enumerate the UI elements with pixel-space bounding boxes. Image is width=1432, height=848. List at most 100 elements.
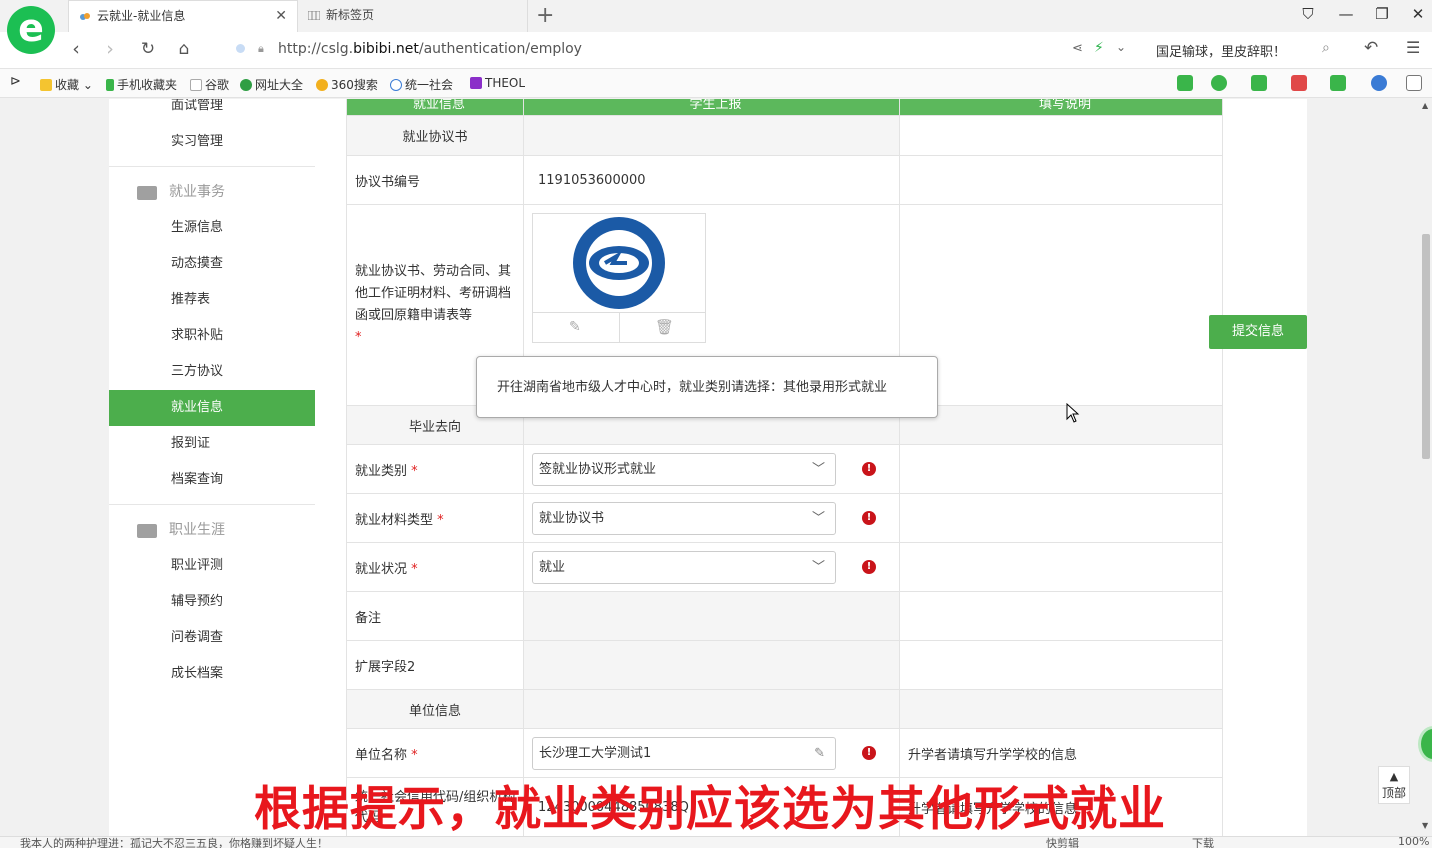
undo-icon[interactable]: ↶: [1364, 38, 1378, 58]
scroll-thumb[interactable]: [1422, 234, 1430, 459]
bookmark-social[interactable]: 统一社会: [390, 76, 453, 93]
tab-employment-info[interactable]: 云就业-就业信息 ✕: [68, 0, 298, 32]
bookmark-label: THEOL: [485, 76, 526, 90]
screenshot-extension-icon[interactable]: [1291, 75, 1307, 91]
row-employment-status: 就业状况 * 就业 ﹀ !: [346, 542, 1223, 592]
section-title: 单位信息: [346, 689, 524, 729]
sidebar-item-recommendation[interactable]: 推荐表: [109, 282, 315, 318]
bookmark-directory[interactable]: 网址大全: [240, 76, 303, 93]
sidebar-item-subsidy[interactable]: 求职补贴: [109, 318, 315, 354]
bookmark-360search[interactable]: 360搜索: [316, 76, 378, 93]
close-tab-icon[interactable]: ✕: [275, 1, 287, 32]
empty-cell: [523, 115, 900, 156]
employment-status-cell: 就业 ﹀ !: [523, 542, 900, 592]
sidebar-item-archive-query[interactable]: 档案查询: [109, 462, 315, 498]
close-window-icon[interactable]: ✕: [1408, 5, 1428, 23]
material-type-select[interactable]: 就业协议书 ﹀: [532, 502, 836, 535]
ext-field[interactable]: [523, 640, 900, 690]
empty-cell: [899, 155, 1223, 205]
search-extension-icon[interactable]: [1371, 75, 1387, 91]
input-value: 长沙理工大学测试1: [539, 746, 652, 761]
reader-extension-icon[interactable]: [1177, 75, 1193, 91]
attachment-thumbnail[interactable]: ✎ 🗑︎: [532, 213, 706, 343]
field-label: 就业材料类型 *: [346, 493, 524, 543]
chevron-down-icon[interactable]: ⌄: [1116, 40, 1126, 54]
trash-icon[interactable]: 🗑︎: [655, 318, 674, 336]
select-value: 就业: [539, 560, 566, 575]
sidebar-item-growth-record[interactable]: 成长档案: [109, 656, 315, 692]
field-label: 协议书编号: [346, 155, 524, 205]
sidebar-item-counseling[interactable]: 辅导预约: [109, 584, 315, 620]
phone-icon: [106, 79, 114, 91]
home-icon[interactable]: ⌂: [172, 39, 196, 59]
section-title: 就业协议书: [346, 115, 524, 156]
sidebar-group-employment[interactable]: 就业事务: [109, 174, 315, 210]
bookmark-favorites[interactable]: 收藏 ⌄: [40, 76, 93, 93]
game-extension-icon[interactable]: [1330, 75, 1346, 91]
sidebar-item-report-card[interactable]: 报到证: [109, 426, 315, 462]
new-tab-plus-icon[interactable]: +: [536, 3, 554, 28]
select-value: 就业协议书: [539, 511, 605, 526]
submit-button[interactable]: 提交信息: [1209, 315, 1307, 349]
yen-extension-icon[interactable]: [1211, 75, 1227, 91]
empty-cell: [899, 405, 1223, 445]
lock-icon[interactable]: 🔒︎: [258, 42, 264, 56]
reload-icon[interactable]: ↻: [136, 39, 160, 59]
required-mark: *: [411, 463, 418, 479]
required-mark: *: [411, 747, 418, 763]
security-icon[interactable]: [236, 44, 245, 53]
bookmark-mobile[interactable]: 手机收藏夹: [106, 76, 177, 93]
employment-form: 就业信息 学生上报 填写说明 就业协议书 协议书编号 1191053600000…: [346, 99, 1223, 836]
sidebar-group-career[interactable]: 职业生涯: [109, 512, 315, 548]
material-type-label: 就业材料类型: [355, 512, 434, 528]
sidebar: 面试管理 实习管理 就业事务 生源信息 动态摸查 推荐表 求职补贴 三方协议 就…: [109, 99, 315, 836]
field-label: 扩展字段2: [346, 640, 524, 690]
bookmark-theol[interactable]: THEOL: [470, 76, 525, 90]
sidebar-item-career-test[interactable]: 职业评测: [109, 548, 315, 584]
scroll-up-arrow-icon[interactable]: ▲: [1422, 101, 1428, 110]
employment-type-label: 就业类别: [355, 463, 408, 479]
employment-status-select[interactable]: 就业 ﹀: [532, 551, 836, 584]
url-field[interactable]: http://cslg.bibibi.net/authentication/em…: [278, 41, 582, 57]
theol-icon: [470, 77, 482, 89]
url-domain: bibibi.net: [353, 41, 419, 57]
sidebar-item-survey[interactable]: 动态摸查: [109, 246, 315, 282]
sidebar-item-questionnaire[interactable]: 问卷调查: [109, 620, 315, 656]
tab-label: 云就业-就业信息: [97, 9, 186, 23]
unit-name-label: 单位名称: [355, 747, 408, 763]
forward-icon[interactable]: ›: [98, 38, 122, 60]
unit-name-input[interactable]: 长沙理工大学测试1 ✎: [532, 737, 836, 770]
remark-field[interactable]: [523, 591, 900, 641]
scroll-down-arrow-icon[interactable]: ▼: [1422, 821, 1428, 830]
video-subtitle: 根据提示，就业类别应该选为其他形式就业: [254, 782, 1166, 837]
sidebar-item-interview[interactable]: 面试管理: [109, 99, 315, 124]
bookmarks-bar: ⊳ 收藏 ⌄ 手机收藏夹 谷歌 网址大全 360搜索 统一社会 THEOL: [0, 69, 1432, 98]
news-ticker[interactable]: 国足输球，里皮辞职！: [1156, 41, 1286, 60]
sidebar-toggle-icon[interactable]: ⊳: [10, 74, 21, 89]
error-icon: !: [862, 560, 876, 574]
bookmark-google[interactable]: 谷歌: [190, 76, 229, 93]
apps-extension-icon[interactable]: [1406, 75, 1422, 91]
sidebar-item-employment-info[interactable]: 就业信息: [109, 390, 315, 426]
employment-type-cell: 签就业协议形式就业 ﹀ !: [523, 444, 900, 494]
employment-type-select[interactable]: 签就业协议形式就业 ﹀: [532, 453, 836, 486]
bookmark-label: 网址大全: [255, 78, 304, 92]
menu-icon[interactable]: ☰: [1406, 38, 1420, 57]
divider: [109, 504, 315, 505]
section-row-agreement: 就业协议书: [346, 115, 1223, 156]
minimize-icon[interactable]: —: [1336, 5, 1356, 23]
share-icon[interactable]: ⋖: [1072, 41, 1083, 56]
shirt-skin-icon[interactable]: ⛉: [1298, 5, 1318, 23]
translate-extension-icon[interactable]: [1251, 75, 1267, 91]
tab-new-tab[interactable]: 新标签页: [298, 0, 528, 32]
back-icon[interactable]: ‹: [64, 38, 88, 60]
restore-icon[interactable]: ❐: [1372, 5, 1392, 23]
lightning-icon[interactable]: ⚡︎: [1094, 40, 1104, 56]
search-icon[interactable]: ⌕: [1322, 40, 1330, 56]
sidebar-item-internship[interactable]: 实习管理: [109, 124, 315, 160]
required-mark: *: [355, 330, 362, 345]
edit-pencil-icon[interactable]: ✎: [569, 319, 581, 335]
chevron-down-icon: ﹀: [811, 560, 825, 575]
sidebar-item-student-source[interactable]: 生源信息: [109, 210, 315, 246]
sidebar-item-tripartite[interactable]: 三方协议: [109, 354, 315, 390]
